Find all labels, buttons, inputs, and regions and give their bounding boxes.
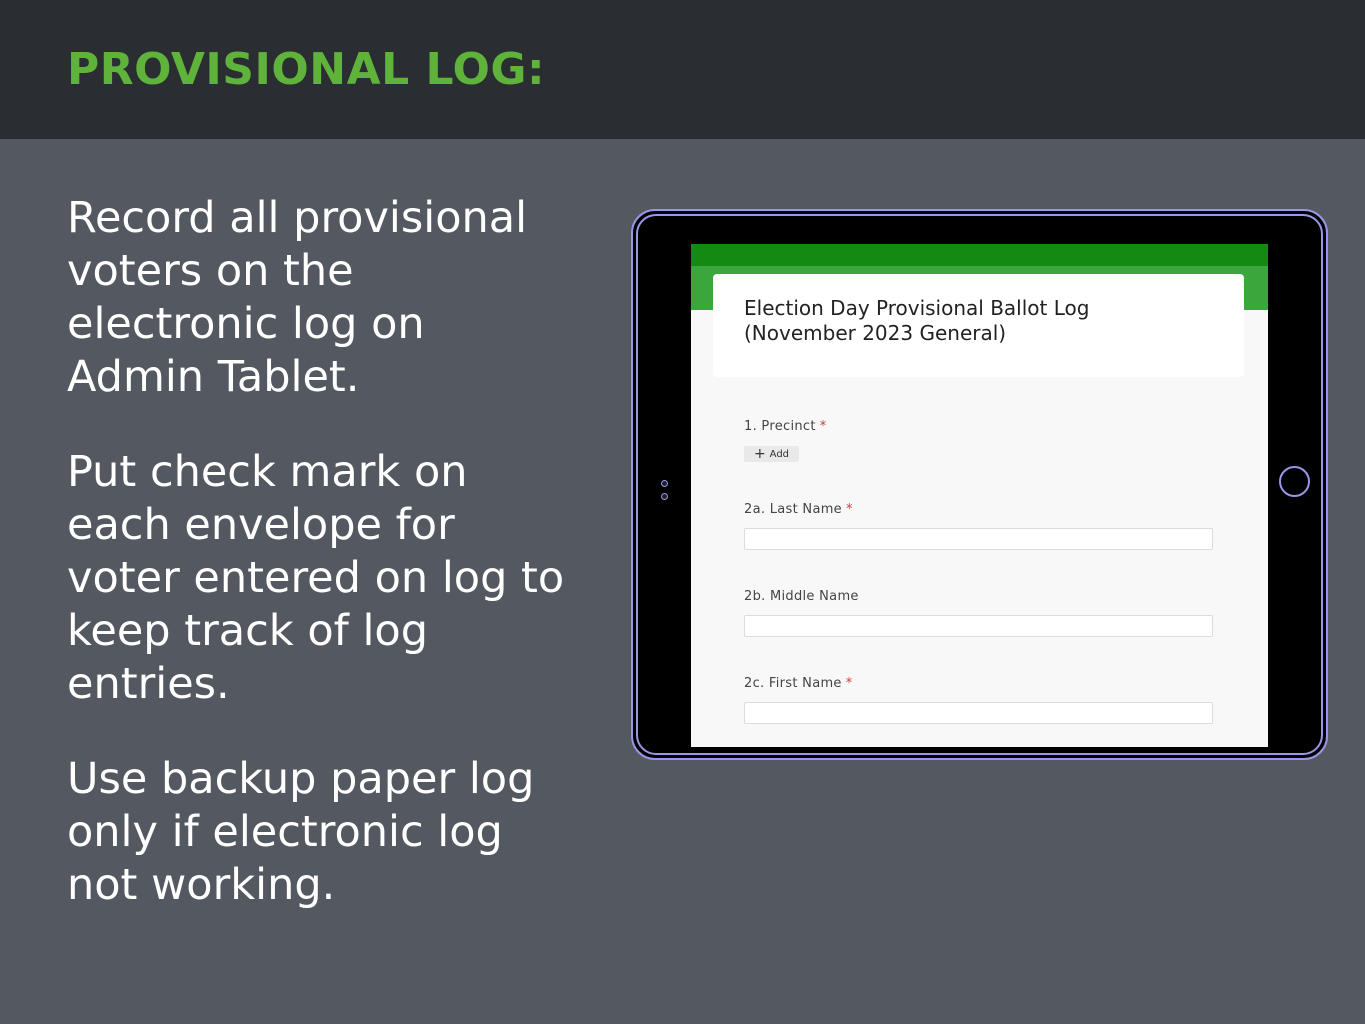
paragraph-record: Record all provisional voters on the ele… — [67, 193, 528, 402]
slide-title: PROVISIONAL LOG: — [67, 44, 546, 95]
slide-header: PROVISIONAL LOG: — [0, 0, 1365, 139]
plus-icon: + — [753, 446, 766, 462]
last-name-label-text: 2a. Last Name — [744, 502, 842, 517]
required-marker: * — [819, 419, 827, 434]
form-header-bar — [691, 244, 1268, 266]
form-title-line1: Election Day Provisional Ballot Log — [744, 296, 1090, 320]
middle-name-input[interactable] — [744, 615, 1213, 637]
form-title-card: Election Day Provisional Ballot Log (Nov… — [713, 274, 1244, 377]
question-precinct-label: 1. Precinct * — [744, 419, 827, 434]
paragraph-backup: Use backup paper log only if electronic … — [67, 754, 535, 910]
required-marker: * — [845, 502, 853, 517]
camera-icon — [659, 479, 668, 501]
last-name-input[interactable] — [744, 528, 1213, 550]
precinct-label-text: 1. Precinct — [744, 419, 816, 434]
question-last-name-label: 2a. Last Name * — [744, 502, 853, 517]
form-title: Election Day Provisional Ballot Log (Nov… — [744, 296, 1224, 346]
add-precinct-button[interactable]: + Add — [744, 446, 799, 462]
first-name-input[interactable] — [744, 702, 1213, 724]
middle-name-label-text: 2b. Middle Name — [744, 589, 859, 604]
question-middle-name-label: 2b. Middle Name — [744, 589, 859, 604]
tablet-screen: Election Day Provisional Ballot Log (Nov… — [691, 244, 1268, 747]
form-title-line2: (November 2023 General) — [744, 321, 1007, 345]
first-name-label-text: 2c. First Name — [744, 676, 842, 691]
add-button-label: Add — [769, 448, 790, 460]
paragraph-check-mark: Put check mark on each envelope for vote… — [67, 447, 565, 709]
home-button[interactable] — [1279, 466, 1310, 497]
slide-body: Record all provisional voters on the ele… — [67, 192, 567, 954]
question-first-name-label: 2c. First Name * — [744, 676, 853, 691]
required-marker: * — [845, 676, 853, 691]
